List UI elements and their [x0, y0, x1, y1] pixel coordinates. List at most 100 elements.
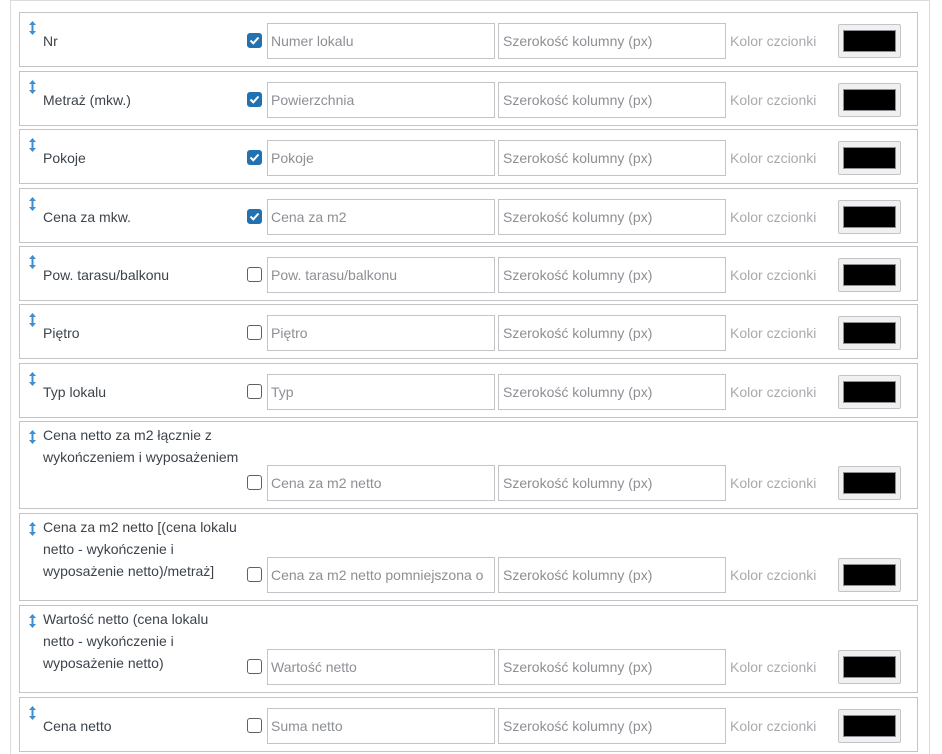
drag-handle-icon[interactable] [28, 706, 37, 720]
column-name-input[interactable]: Cena za m2 netto pomniejszona o [267, 557, 495, 593]
column-label: Piętro [43, 324, 80, 341]
column-label: Pow. tarasu/balkonu [43, 266, 170, 283]
column-name-input[interactable]: Cena za m2 netto [267, 465, 495, 501]
column-name-input[interactable]: Piętro [267, 315, 495, 351]
font-color-picker[interactable] [838, 316, 901, 350]
column-width-input[interactable]: Szerokość kolumny (px) [498, 23, 726, 59]
font-color-label: Kolor czcionki [730, 267, 817, 283]
font-color-picker[interactable] [838, 558, 901, 592]
panel-right-border [929, 0, 930, 754]
column-visible-checkbox[interactable] [247, 567, 262, 582]
font-color-label: Kolor czcionki [730, 325, 817, 341]
column-width-input[interactable]: Szerokość kolumny (px) [498, 199, 726, 235]
color-swatch [843, 322, 896, 344]
column-visible-checkbox[interactable] [247, 718, 262, 733]
font-color-label: Kolor czcionki [730, 92, 817, 108]
column-row: Piętro Piętro Szerokość kolumny (px) Kol… [19, 304, 918, 359]
font-color-label: Kolor czcionki [730, 718, 817, 734]
column-label: Wartość netto (cena lokalu netto - wykoń… [43, 611, 209, 671]
font-color-label: Kolor czcionki [730, 475, 817, 491]
drag-handle-icon[interactable] [28, 255, 37, 269]
color-swatch [843, 564, 896, 586]
column-label: Cena za mkw. [43, 208, 131, 225]
column-width-input[interactable]: Szerokość kolumny (px) [498, 465, 726, 501]
drag-handle-icon[interactable] [28, 80, 37, 94]
column-row: Nr Numer lokalu Szerokość kolumny (px) K… [19, 12, 918, 67]
column-name-input[interactable]: Pokoje [267, 140, 495, 176]
column-row: Typ lokalu Typ Szerokość kolumny (px) Ko… [19, 363, 918, 418]
color-swatch [843, 264, 896, 286]
font-color-picker[interactable] [838, 200, 901, 234]
font-color-label: Kolor czcionki [730, 384, 817, 400]
column-row: Pokoje Pokoje Szerokość kolumny (px) Kol… [19, 129, 918, 184]
drag-handle-icon[interactable] [28, 430, 37, 444]
color-swatch [843, 89, 896, 111]
font-color-picker[interactable] [838, 141, 901, 175]
color-swatch [843, 472, 896, 494]
column-width-input[interactable]: Szerokość kolumny (px) [498, 649, 726, 685]
column-visible-checkbox[interactable] [247, 150, 262, 165]
column-width-input[interactable]: Szerokość kolumny (px) [498, 557, 726, 593]
column-name-input[interactable]: Typ [267, 374, 495, 410]
column-row: Metraż (mkw.) Powierzchnia Szerokość kol… [19, 71, 918, 126]
column-name-input[interactable]: Wartość netto [267, 649, 495, 685]
color-swatch [843, 656, 896, 678]
color-swatch [843, 30, 896, 52]
column-label: Nr [43, 32, 58, 49]
font-color-picker[interactable] [838, 258, 901, 292]
column-row: Cena netto za m2 łącznie z wykończeniem … [19, 421, 918, 509]
font-color-picker[interactable] [838, 650, 901, 684]
drag-handle-icon[interactable] [28, 614, 37, 628]
column-name-input[interactable]: Powierzchnia [267, 82, 495, 118]
column-visible-checkbox[interactable] [247, 209, 262, 224]
column-visible-checkbox[interactable] [247, 325, 262, 340]
column-width-input[interactable]: Szerokość kolumny (px) [498, 82, 726, 118]
column-label: Cena netto [43, 717, 112, 734]
column-width-input[interactable]: Szerokość kolumny (px) [498, 374, 726, 410]
drag-handle-icon[interactable] [28, 197, 37, 211]
drag-handle-icon[interactable] [28, 522, 37, 536]
drag-handle-icon[interactable] [28, 313, 37, 327]
column-name-input[interactable]: Pow. tarasu/balkonu [267, 257, 495, 293]
column-name-input[interactable]: Suma netto [267, 708, 495, 744]
font-color-label: Kolor czcionki [730, 150, 817, 166]
column-visible-checkbox[interactable] [247, 475, 262, 490]
column-label: Metraż (mkw.) [43, 91, 131, 108]
column-width-input[interactable]: Szerokość kolumny (px) [498, 257, 726, 293]
color-swatch [843, 715, 896, 737]
font-color-label: Kolor czcionki [730, 567, 817, 583]
column-width-input[interactable]: Szerokość kolumny (px) [498, 315, 726, 351]
column-row: Pow. tarasu/balkonu Pow. tarasu/balkonu … [19, 246, 918, 301]
column-visible-checkbox[interactable] [247, 659, 262, 674]
panel-left-border [10, 0, 11, 754]
font-color-picker[interactable] [838, 709, 901, 743]
column-label: Cena za m2 netto [(cena lokalu netto - w… [43, 519, 237, 579]
column-row: Wartość netto (cena lokalu netto - wykoń… [19, 605, 918, 693]
column-row: Cena za mkw. Cena za m2 Szerokość kolumn… [19, 188, 918, 243]
font-color-label: Kolor czcionki [730, 33, 817, 49]
column-row: Cena za m2 netto [(cena lokalu netto - w… [19, 513, 918, 601]
font-color-picker[interactable] [838, 24, 901, 58]
column-width-input[interactable]: Szerokość kolumny (px) [498, 140, 726, 176]
drag-handle-icon[interactable] [28, 372, 37, 386]
font-color-picker[interactable] [838, 83, 901, 117]
column-name-input[interactable]: Numer lokalu [267, 23, 495, 59]
column-visible-checkbox[interactable] [247, 384, 262, 399]
column-width-input[interactable]: Szerokość kolumny (px) [498, 708, 726, 744]
font-color-label: Kolor czcionki [730, 209, 817, 225]
column-label: Cena netto za m2 łącznie z wykończeniem … [43, 427, 239, 465]
column-visible-checkbox[interactable] [247, 267, 262, 282]
color-swatch [843, 206, 896, 228]
column-label: Pokoje [43, 149, 86, 166]
font-color-picker[interactable] [838, 466, 901, 500]
font-color-label: Kolor czcionki [730, 659, 817, 675]
column-name-input[interactable]: Cena za m2 [267, 199, 495, 235]
drag-handle-icon[interactable] [28, 138, 37, 152]
color-swatch [843, 147, 896, 169]
panel-top-border [10, 0, 930, 9]
color-swatch [843, 381, 896, 403]
column-visible-checkbox[interactable] [247, 92, 262, 107]
column-visible-checkbox[interactable] [247, 33, 262, 48]
font-color-picker[interactable] [838, 375, 901, 409]
drag-handle-icon[interactable] [28, 21, 37, 35]
